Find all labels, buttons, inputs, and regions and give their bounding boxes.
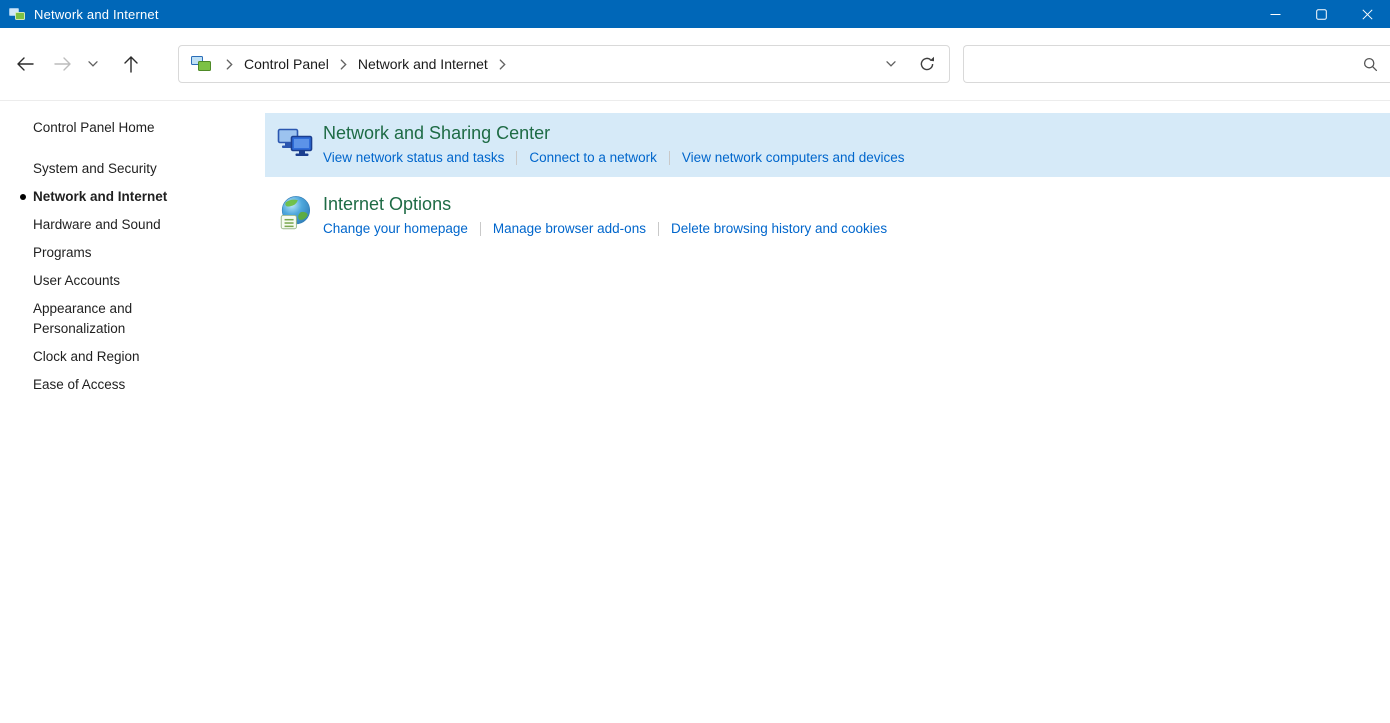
breadcrumb-control-panel[interactable]: Control Panel [240,52,333,76]
sidebar-item-system-and-security[interactable]: System and Security [33,159,225,179]
link-change-your-homepage[interactable]: Change your homepage [323,221,468,236]
close-button[interactable] [1344,0,1390,28]
section-internet-options: Internet Options Change your homepage Ma… [265,184,1390,248]
internet-options-link[interactable]: Internet Options [323,194,451,215]
minimize-button[interactable] [1252,0,1298,28]
divider [669,151,670,165]
address-bar[interactable]: Control Panel Network and Internet [178,45,950,83]
divider [480,222,481,236]
chevron-right-icon [492,59,513,70]
network-sharing-center-icon [275,124,315,162]
network-app-icon [9,6,25,22]
divider [658,222,659,236]
sidebar-item-user-accounts[interactable]: User Accounts [33,271,225,291]
link-view-network-status-and-tasks[interactable]: View network status and tasks [323,150,504,165]
divider [516,151,517,165]
location-icon [191,55,211,73]
internet-options-globe-icon [275,195,315,233]
chevron-right-icon [333,59,354,70]
navigation-bar: Control Panel Network and Internet [0,28,1390,101]
section-task-links: View network status and tasks Connect to… [323,150,905,165]
search-icon [1363,57,1378,72]
recent-locations-dropdown[interactable] [82,46,104,82]
breadcrumb-network-and-internet[interactable]: Network and Internet [354,52,492,76]
sidebar-item-hardware-and-sound[interactable]: Hardware and Sound [33,215,225,235]
active-item-bullet-icon [20,194,26,200]
sidebar-item-ease-of-access[interactable]: Ease of Access [33,375,225,395]
network-and-sharing-center-link[interactable]: Network and Sharing Center [323,123,550,144]
sidebar-item-label: Network and Internet [33,189,167,204]
refresh-button[interactable] [909,49,945,79]
titlebar: Network and Internet [0,0,1390,28]
sidebar-item-network-and-internet[interactable]: Network and Internet [33,187,225,207]
maximize-button[interactable] [1298,0,1344,28]
sidebar-item-programs[interactable]: Programs [33,243,225,263]
chevron-right-icon [219,59,240,70]
up-button[interactable] [112,46,150,82]
link-manage-browser-add-ons[interactable]: Manage browser add-ons [493,221,646,236]
forward-button[interactable] [44,46,82,82]
window-controls [1252,0,1390,28]
sidebar: Control Panel Home System and Security N… [0,101,265,723]
link-connect-to-a-network[interactable]: Connect to a network [529,150,657,165]
back-button[interactable] [6,46,44,82]
sidebar-category-list: System and Security Network and Internet… [33,159,225,395]
sidebar-item-clock-and-region[interactable]: Clock and Region [33,347,225,367]
link-view-network-computers-and-devices[interactable]: View network computers and devices [682,150,905,165]
section-body: Internet Options Change your homepage Ma… [323,193,887,236]
search-bar [963,45,1390,83]
section-network-and-sharing-center: Network and Sharing Center View network … [265,113,1390,177]
main-content: Network and Sharing Center View network … [265,101,1390,723]
link-delete-browsing-history-and-cookies[interactable]: Delete browsing history and cookies [671,221,887,236]
sidebar-item-appearance-and-personalization[interactable]: Appearance and Personalization [33,299,225,339]
sidebar-control-panel-home[interactable]: Control Panel Home [33,118,225,138]
window-title: Network and Internet [34,7,159,22]
section-body: Network and Sharing Center View network … [323,122,905,165]
search-input[interactable] [976,57,1355,72]
address-dropdown-button[interactable] [873,49,909,79]
section-task-links: Change your homepage Manage browser add-… [323,221,887,236]
